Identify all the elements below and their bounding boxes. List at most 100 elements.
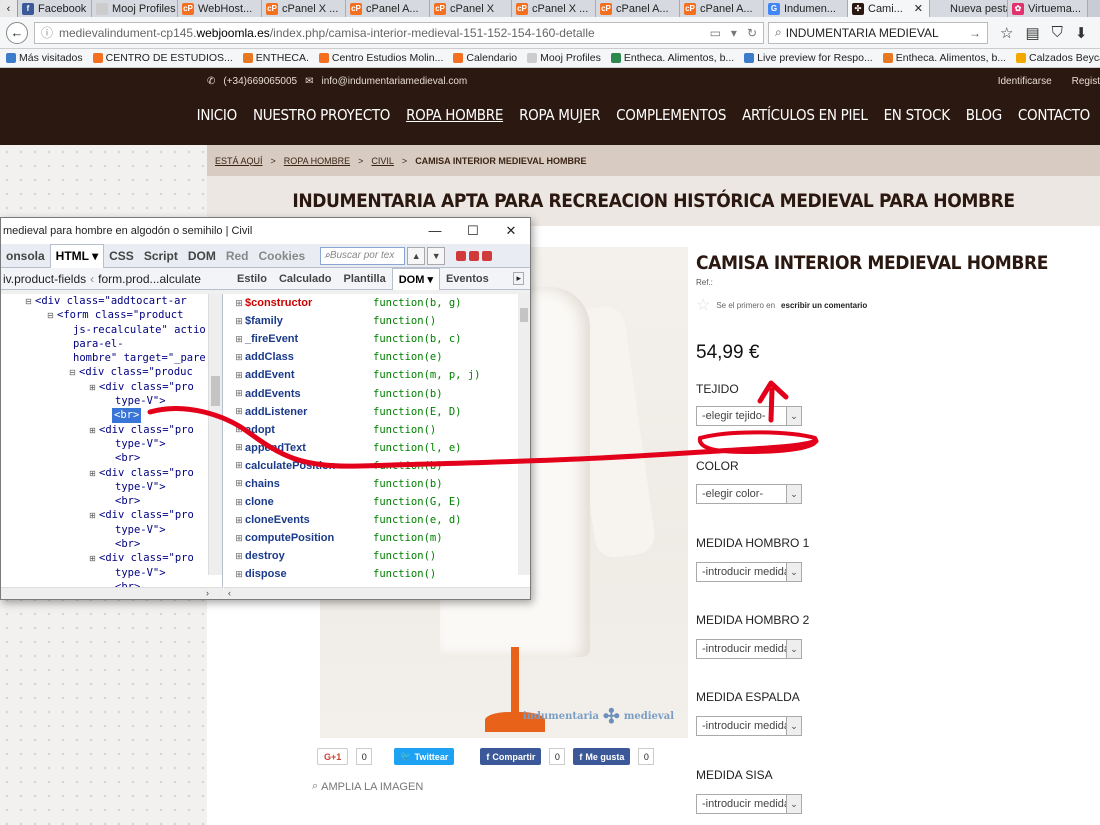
expand-node-icon[interactable]: ⊞: [89, 509, 99, 523]
html-tree-line[interactable]: <br>: [1, 580, 222, 587]
scroll-right-icon[interactable]: ›: [206, 588, 209, 598]
browser-tab[interactable]: cP cPanel A...: [680, 0, 764, 17]
dom-property-row[interactable]: ⊞ addEvent function(m, p, j): [223, 366, 530, 384]
bookmark-item[interactable]: ENTHECA.: [242, 52, 309, 64]
dom-property-row[interactable]: ⊞ cloneEvents function(e, d): [223, 511, 530, 529]
expand-property-icon[interactable]: ⊞: [233, 388, 245, 399]
expand-node-icon[interactable]: ⊞: [89, 381, 99, 395]
nav-item[interactable]: CONTACTO: [1018, 106, 1090, 124]
expand-property-icon[interactable]: ⊞: [233, 497, 245, 508]
expand-property-icon[interactable]: ⊞: [233, 406, 245, 417]
nav-item[interactable]: ROPA MUJER: [519, 106, 600, 124]
reload-icon[interactable]: ↻: [747, 26, 757, 40]
collapse-node-icon[interactable]: ⊟: [69, 366, 79, 380]
dom-property-row[interactable]: ⊞ destroy function(): [223, 547, 530, 565]
bookmark-item[interactable]: Más visitados: [6, 52, 83, 64]
firebug-dom-panel[interactable]: ⊞ $constructor function(b, g) ⊞ $family funct…: [223, 294, 530, 587]
dom-property-row[interactable]: ⊞ addClass function(e): [223, 348, 530, 366]
firebug-detach-icon[interactable]: [469, 250, 480, 261]
nav-item[interactable]: ARTÍCULOS EN PIEL: [742, 106, 868, 124]
nav-item[interactable]: INICIO: [197, 106, 238, 124]
collapse-node-icon[interactable]: ⊟: [47, 309, 57, 323]
chevron-down-icon[interactable]: ⌄: [786, 640, 801, 658]
html-tree-scrollbar[interactable]: [208, 294, 222, 575]
dom-property-row[interactable]: ⊞ chains function(b): [223, 475, 530, 493]
chevron-down-icon[interactable]: ⌄: [786, 717, 801, 735]
chevron-down-icon[interactable]: ⌄: [786, 485, 801, 503]
dom-property-row[interactable]: ⊞ appendText function(l, e): [223, 439, 530, 457]
bookmark-item[interactable]: Calzados Beyca - Adm...: [1016, 52, 1100, 64]
dom-property-row[interactable]: ⊞ addListener function(E, D): [223, 403, 530, 421]
option-select[interactable]: -elegir color- ⌄: [696, 484, 802, 504]
html-tree-line[interactable]: ⊞ <div class="pro: [1, 380, 222, 394]
collapse-node-icon[interactable]: ⊟: [25, 295, 35, 309]
html-tree-line[interactable]: type-V">: [1, 566, 222, 580]
browser-tab[interactable]: cP cPanel X: [430, 0, 512, 17]
expand-property-icon[interactable]: ⊞: [233, 551, 245, 562]
firebug-search-input[interactable]: ⌕ Buscar por tex: [320, 246, 406, 265]
bookmark-star-icon[interactable]: ☆: [1000, 24, 1013, 42]
enlarge-image-link[interactable]: ⌕ AMPLIA LA IMAGEN: [312, 780, 423, 793]
url-dropdown-icon[interactable]: ▾: [731, 26, 737, 40]
close-icon[interactable]: ✕: [492, 223, 530, 239]
firebug-minimize-icon[interactable]: [456, 250, 467, 261]
maximize-icon[interactable]: ☐: [454, 223, 492, 239]
breadcrumb-item-civil[interactable]: CIVIL: [371, 156, 394, 166]
html-tree-line[interactable]: para-el-: [1, 337, 222, 351]
bookmark-item[interactable]: Entheca. Alimentos, b...: [882, 52, 1006, 64]
facebook-like-button[interactable]: f Me gusta: [573, 748, 631, 765]
browser-tab[interactable]: cP WebHost...: [178, 0, 262, 17]
expand-property-icon[interactable]: ⊞: [233, 334, 245, 345]
browser-tab[interactable]: ✿ Virtuema...: [1008, 0, 1088, 17]
html-tree-line[interactable]: ⊟ <div class="produc: [1, 365, 222, 379]
expand-property-icon[interactable]: ⊞: [233, 478, 245, 489]
expand-node-icon[interactable]: ⊞: [89, 467, 99, 481]
nav-item[interactable]: NUESTRO PROYECTO: [253, 106, 390, 124]
dom-property-row[interactable]: ⊞ $family function(): [223, 312, 530, 330]
html-tree-line[interactable]: type-V">: [1, 480, 222, 494]
expand-property-icon[interactable]: ⊞: [233, 370, 245, 381]
html-tree-line[interactable]: type-V">: [1, 523, 222, 537]
option-select[interactable]: -introducir medida ⌄: [696, 716, 802, 736]
firebug-side-tab[interactable]: Eventos: [440, 268, 495, 290]
expand-property-icon[interactable]: ⊞: [233, 442, 245, 453]
browser-tab[interactable]: f Facebook: [18, 0, 92, 17]
chevron-down-icon[interactable]: ⌄: [786, 795, 801, 813]
expand-node-icon[interactable]: ⊞: [89, 552, 99, 566]
expand-property-icon[interactable]: ⊞: [233, 569, 245, 580]
firebug-side-tab[interactable]: Calculado: [273, 268, 338, 290]
scroll-left-icon[interactable]: ‹: [228, 588, 231, 598]
tab-scroll-left-button[interactable]: ‹: [0, 0, 18, 17]
bookmark-item[interactable]: Entheca. Alimentos, b...: [610, 52, 734, 64]
firebug-tab[interactable]: CSS: [104, 244, 139, 268]
html-tree-hscrollbar[interactable]: ›: [1, 587, 223, 599]
browser-tab[interactable]: cP cPanel X ...: [262, 0, 346, 17]
option-select[interactable]: -introducir medida ⌄: [696, 562, 802, 582]
url-bar[interactable]: ⓘ medievalindument-cp145.webjoomla.es/in…: [34, 21, 764, 44]
back-arrow-icon[interactable]: ←: [6, 21, 28, 44]
option-select[interactable]: -introducir medida ⌄: [696, 794, 802, 814]
html-tree-line[interactable]: type-V">: [1, 437, 222, 451]
browser-tab[interactable]: ✣ Cami... ✕: [848, 0, 930, 17]
side-tabs-scroll-icon[interactable]: ▸: [513, 272, 524, 285]
firebug-tab[interactable]: DOM: [183, 244, 221, 268]
html-tree-line[interactable]: ⊞ <div class="pro: [1, 508, 222, 522]
html-tree-line[interactable]: ⊞ <div class="pro: [1, 423, 222, 437]
nav-item[interactable]: COMPLEMENTOS: [616, 106, 726, 124]
firebug-tab[interactable]: Cookies: [254, 244, 311, 268]
minimize-icon[interactable]: —: [416, 223, 454, 239]
browser-tab[interactable]: cP cPanel A...: [346, 0, 430, 17]
firebug-tab[interactable]: Red: [221, 244, 254, 268]
html-tree-line[interactable]: hombre" target="_pare: [1, 351, 222, 365]
html-tree-line[interactable]: ⊞ <div class="pro: [1, 551, 222, 565]
dom-panel-hscrollbar[interactable]: ‹: [224, 587, 530, 599]
dom-panel-scrollbar[interactable]: [518, 294, 530, 575]
firebug-tab[interactable]: Script: [139, 244, 183, 268]
expand-property-icon[interactable]: ⊞: [233, 352, 245, 363]
firebug-tab[interactable]: HTML ▾: [49, 243, 105, 268]
scroll-thumb[interactable]: [520, 308, 528, 322]
search-previous-icon[interactable]: ▲: [407, 246, 426, 265]
nav-item[interactable]: ROPA HOMBRE: [406, 106, 503, 124]
bookmark-item[interactable]: Calendario: [453, 52, 517, 64]
firebug-html-tree[interactable]: ⊟ <div class="addtocart-ar ⊟ <form class="p…: [1, 294, 223, 587]
